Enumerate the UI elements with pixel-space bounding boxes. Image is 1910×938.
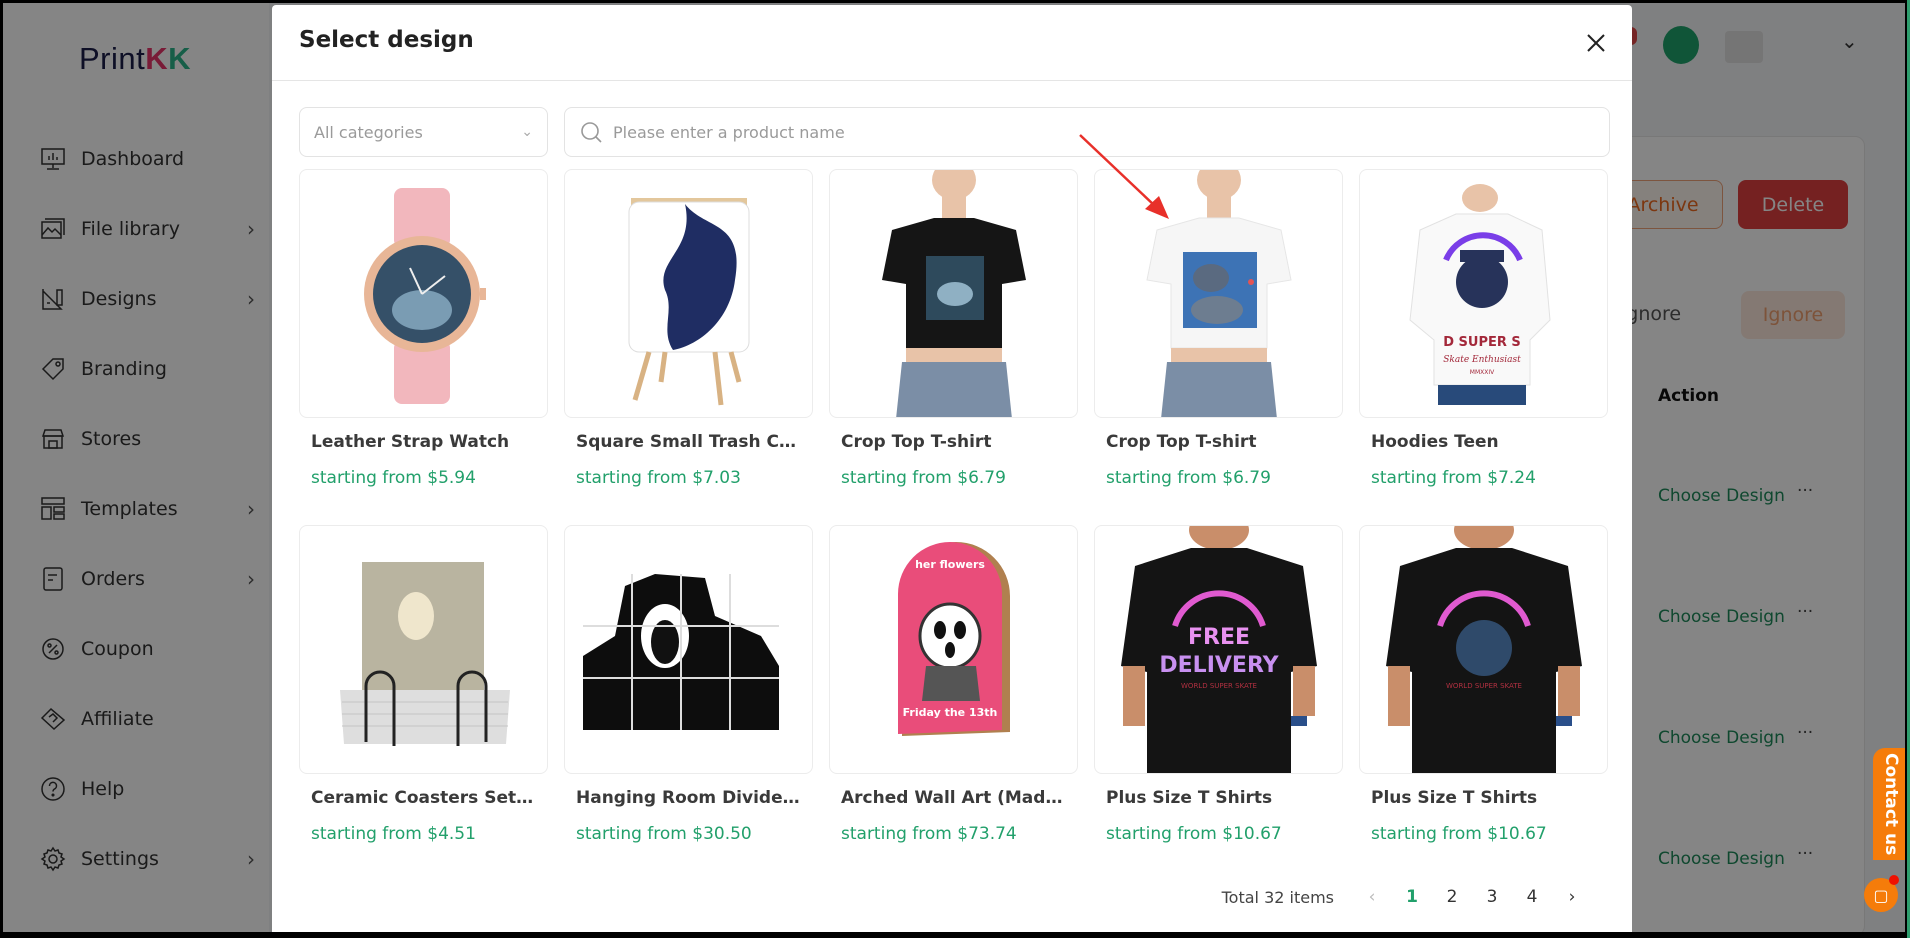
- product-price: starting from $73.74: [841, 824, 1017, 844]
- product-card[interactable]: Hanging Room Divider 12 ... starting fro…: [564, 525, 813, 881]
- svg-text:Friday the 13th: Friday the 13th: [903, 706, 998, 719]
- product-card[interactable]: Leather Strap Watch starting from $5.94: [299, 169, 548, 525]
- svg-text:FREE: FREE: [1188, 625, 1250, 650]
- product-name: Crop Top T-shirt: [1106, 432, 1257, 452]
- pagination-page-3[interactable]: 3: [1472, 887, 1512, 907]
- modal-title: Select design: [299, 27, 474, 53]
- category-select[interactable]: All categories ⌄: [299, 107, 548, 157]
- app-screen: PrintKK Dashboard File library › Designs…: [3, 3, 1905, 932]
- pagination-next-icon[interactable]: ›: [1552, 887, 1592, 907]
- product-name: Plus Size T Shirts: [1106, 788, 1273, 808]
- product-price: starting from $6.79: [1106, 468, 1271, 488]
- unread-dot: [1889, 875, 1899, 885]
- contact-us-label: Contact us: [1881, 752, 1901, 856]
- product-price: starting from $10.67: [1371, 824, 1547, 844]
- product-price: starting from $10.67: [1106, 824, 1282, 844]
- search-icon: [581, 122, 602, 143]
- svg-text:D SUPER S: D SUPER S: [1443, 335, 1521, 350]
- product-card[interactable]: D SUPER S Skate Enthusiast MMXXIV Hoodie…: [1359, 169, 1608, 525]
- product-thumbnail: FREE DELIVERY WORLD SUPER SKATE: [1094, 525, 1343, 774]
- product-name: Plus Size T Shirts: [1371, 788, 1538, 808]
- close-icon: [1587, 34, 1605, 52]
- close-button[interactable]: [1580, 27, 1612, 59]
- product-price: starting from $7.24: [1371, 468, 1536, 488]
- pagination-page-4[interactable]: 4: [1512, 887, 1552, 907]
- product-price: starting from $7.03: [576, 468, 741, 488]
- pagination-total: Total 32 items: [1221, 887, 1334, 907]
- product-thumbnail: [564, 169, 813, 418]
- pagination-page-2[interactable]: 2: [1432, 887, 1472, 907]
- product-thumbnail: D SUPER S Skate Enthusiast MMXXIV: [1359, 169, 1608, 418]
- product-name: Square Small Trash Can w...: [576, 432, 801, 452]
- product-card[interactable]: Square Small Trash Can w... starting fro…: [564, 169, 813, 525]
- category-select-value: All categories: [314, 122, 423, 142]
- product-name: Crop Top T-shirt: [841, 432, 992, 452]
- product-thumbnail: [829, 169, 1078, 418]
- chevron-down-icon: ⌄: [521, 124, 533, 140]
- product-grid: Leather Strap Watch starting from $5.94: [299, 169, 1610, 881]
- pagination: Total 32 items ‹ 1 2 3 4 ›: [1222, 887, 1592, 907]
- product-search[interactable]: [564, 107, 1610, 157]
- select-design-modal: Select design All categories ⌄ Please en…: [272, 5, 1632, 932]
- product-thumbnail: [299, 169, 548, 418]
- product-price: starting from $30.50: [576, 824, 752, 844]
- svg-text:Skate Enthusiast: Skate Enthusiast: [1443, 355, 1521, 365]
- product-card[interactable]: FREE DELIVERY WORLD SUPER SKATE Plus Siz…: [1094, 525, 1343, 881]
- product-thumbnail: her flowers Friday the 13th: [829, 525, 1078, 774]
- svg-text:DELIVERY: DELIVERY: [1159, 653, 1279, 678]
- modal-header: Select design: [272, 5, 1632, 81]
- product-price: starting from $6.79: [841, 468, 1006, 488]
- product-name: Arched Wall Art (Made in ...: [841, 788, 1066, 808]
- product-price: starting from $4.51: [311, 824, 476, 844]
- product-card[interactable]: Crop Top T-shirt starting from $6.79: [1094, 169, 1343, 525]
- product-card[interactable]: Crop Top T-shirt starting from $6.79: [829, 169, 1078, 525]
- svg-text:WORLD SUPER SKATE: WORLD SUPER SKATE: [1446, 682, 1522, 690]
- product-name: Ceramic Coasters Set of 6: [311, 788, 536, 808]
- product-thumbnail: [564, 525, 813, 774]
- svg-text:MMXXIV: MMXXIV: [1470, 369, 1495, 376]
- search-input[interactable]: [613, 122, 1595, 142]
- contact-us-tab[interactable]: Contact us: [1873, 748, 1905, 860]
- product-card[interactable]: her flowers Friday the 13th Arched Wall …: [829, 525, 1078, 881]
- product-card[interactable]: WORLD SUPER SKATE Plus Size T Shirts sta…: [1359, 525, 1608, 881]
- product-name: Leather Strap Watch: [311, 432, 510, 452]
- product-thumbnail: WORLD SUPER SKATE: [1359, 525, 1608, 774]
- product-card[interactable]: Ceramic Coasters Set of 6 starting from …: [299, 525, 548, 881]
- svg-text:her flowers: her flowers: [915, 558, 985, 571]
- product-thumbnail: [299, 525, 548, 774]
- product-thumbnail: [1094, 169, 1343, 418]
- product-name: Hanging Room Divider 12 ...: [576, 788, 801, 808]
- pagination-page-1[interactable]: 1: [1392, 887, 1432, 907]
- svg-text:WORLD SUPER SKATE: WORLD SUPER SKATE: [1181, 682, 1257, 690]
- pagination-prev-icon[interactable]: ‹: [1352, 887, 1392, 907]
- product-name: Hoodies Teen: [1371, 432, 1499, 452]
- product-price: starting from $5.94: [311, 468, 476, 488]
